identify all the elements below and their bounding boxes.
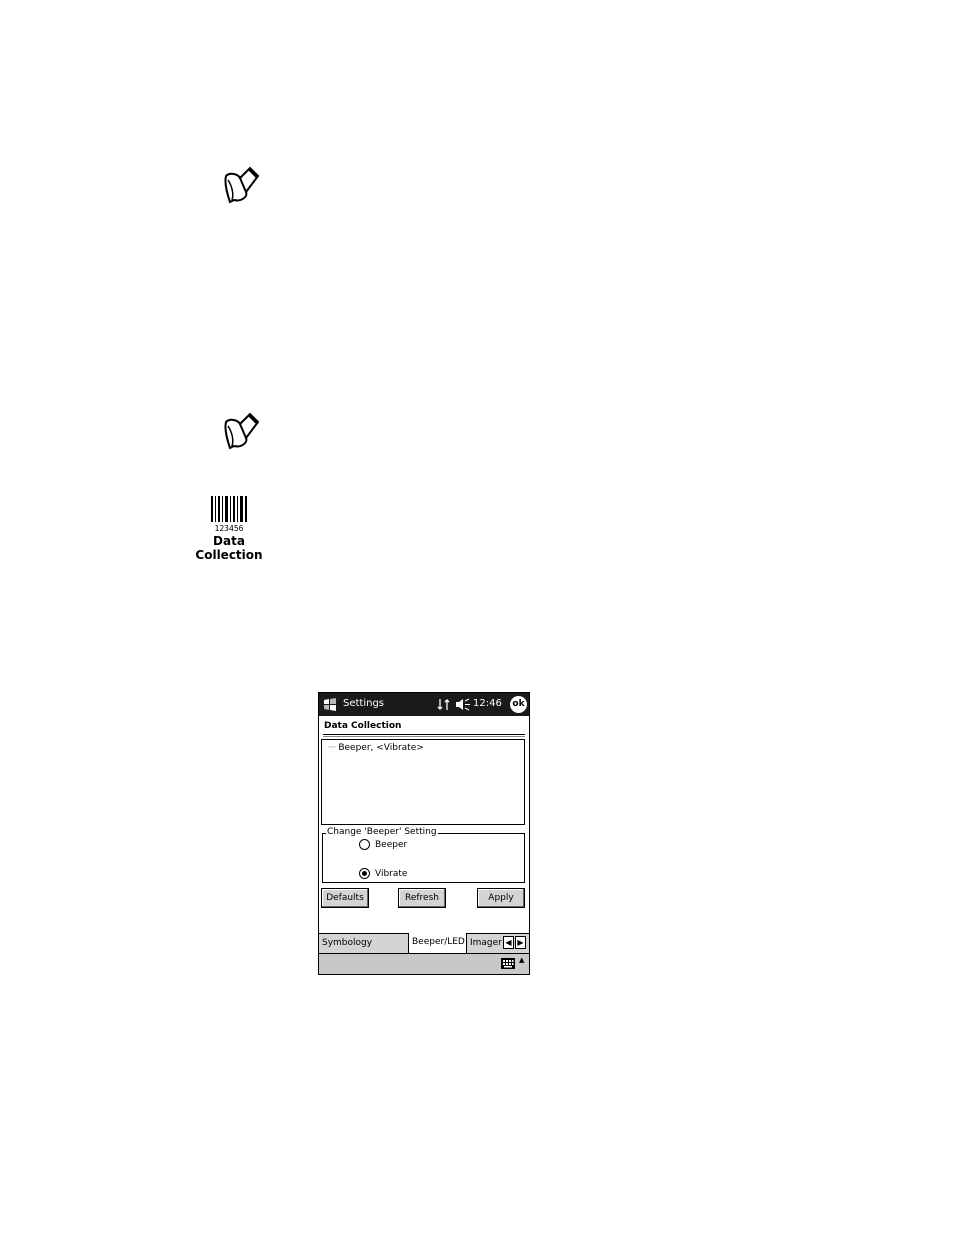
- clock[interactable]: 12:46: [473, 698, 502, 709]
- group-legend: Change 'Beeper' Setting: [326, 827, 438, 837]
- tab-symbology-options[interactable]: Symbology Options: [319, 934, 409, 966]
- tree-item[interactable]: ···· Beeper, <Vibrate>: [328, 743, 424, 753]
- keyboard-icon[interactable]: [501, 958, 515, 969]
- barcode-icon: 123456: [211, 496, 247, 533]
- radio-button-beeper[interactable]: [359, 839, 370, 850]
- note-pencil-icon: [220, 162, 264, 206]
- tab-imager[interactable]: Imager: [467, 934, 503, 953]
- data-collection-label-line1: Data: [213, 534, 245, 548]
- radio-label-vibrate: Vibrate: [375, 868, 408, 879]
- beeper-setting-group: Change 'Beeper' Setting Beeper Vibrate: [322, 827, 525, 883]
- menu-bar: ▲: [319, 953, 529, 974]
- radio-option-vibrate[interactable]: Vibrate: [359, 868, 407, 879]
- window-title: Settings: [343, 698, 385, 709]
- apply-button[interactable]: Apply: [477, 888, 525, 908]
- ok-button[interactable]: ok: [510, 696, 527, 713]
- settings-tree[interactable]: ···· Beeper, <Vibrate>: [321, 739, 525, 825]
- tab-strip: Symbology Options Beeper/LED Imager ◀ ▶: [319, 933, 529, 966]
- barcode-digits: 123456: [215, 524, 244, 533]
- data-collection-label-line2: Collection: [195, 548, 263, 562]
- data-collection-icon-group: 123456 Data Collection: [194, 494, 264, 562]
- refresh-button[interactable]: Refresh: [398, 888, 446, 908]
- radio-option-beeper[interactable]: Beeper: [359, 839, 407, 850]
- connectivity-icon[interactable]: [437, 698, 451, 711]
- defaults-button[interactable]: Defaults: [321, 888, 369, 908]
- tab-scroll-right-icon[interactable]: ▶: [515, 936, 526, 949]
- note-pencil-icon: [220, 408, 264, 452]
- title-divider: [323, 734, 525, 735]
- tree-connector: ····: [328, 743, 337, 753]
- speaker-icon[interactable]: [455, 698, 471, 711]
- windows-start-icon[interactable]: [321, 696, 339, 713]
- pocket-pc-screenshot: Settings 12:46 ok Data Collection ···· B…: [318, 692, 530, 975]
- tab-beeper-led[interactable]: Beeper/LED: [408, 933, 467, 953]
- title-divider-shadow: [323, 736, 525, 737]
- sip-arrow-icon[interactable]: ▲: [519, 956, 524, 964]
- tab-scroll-left-icon[interactable]: ◀: [503, 936, 514, 949]
- title-bar: Settings 12:46 ok: [319, 693, 529, 716]
- tree-item-label: Beeper, <Vibrate>: [338, 743, 424, 753]
- radio-button-vibrate[interactable]: [359, 868, 370, 879]
- app-title: Data Collection: [324, 721, 402, 731]
- radio-label-beeper: Beeper: [375, 839, 408, 850]
